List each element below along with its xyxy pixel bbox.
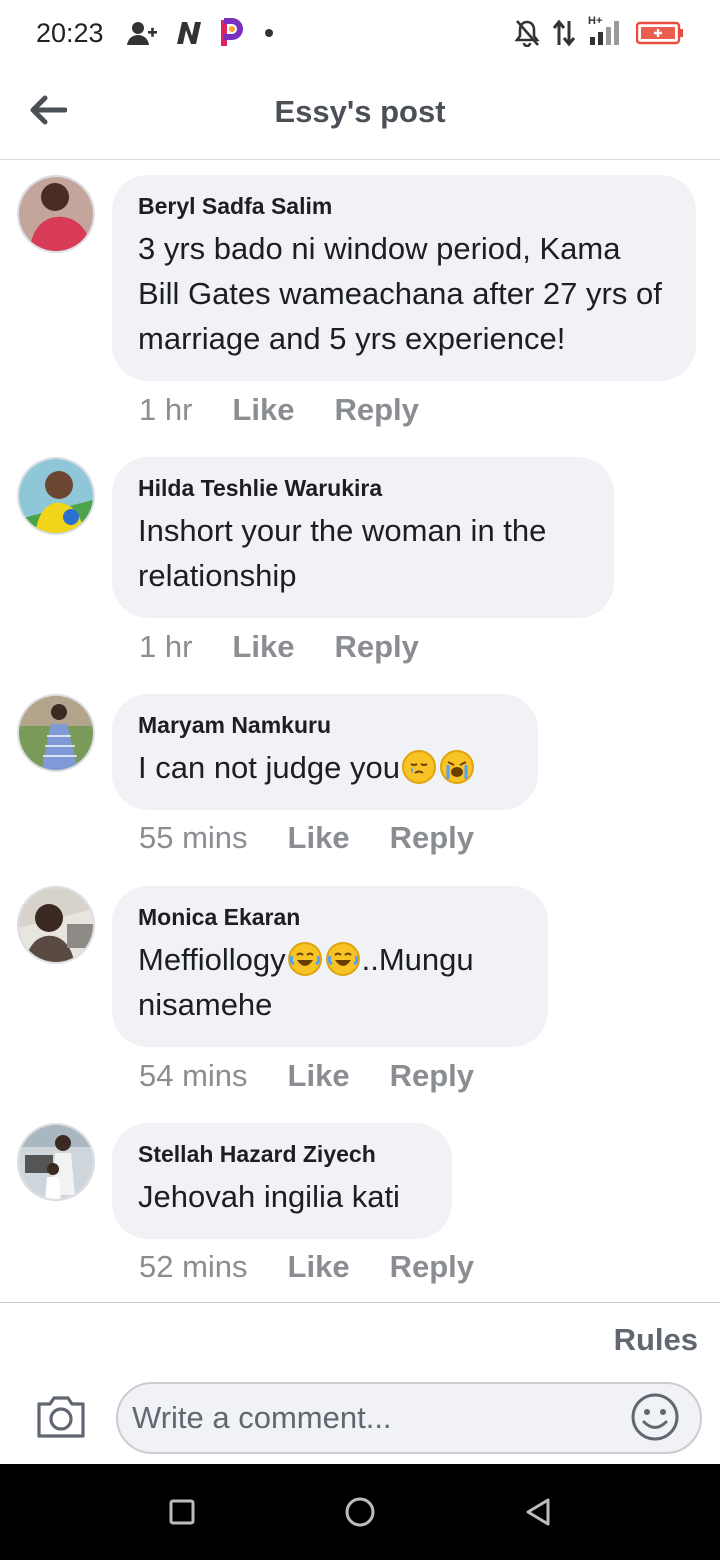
reply-button[interactable]: Reply bbox=[334, 629, 418, 665]
comment-bubble[interactable]: Beryl Sadfa Salim 3 yrs bado ni window p… bbox=[112, 175, 696, 381]
reply-button[interactable]: Reply bbox=[390, 820, 474, 856]
comment-text: Jehovah ingilia kati bbox=[138, 1179, 400, 1214]
comment-time: 1 hr bbox=[139, 629, 193, 664]
comment-bubble[interactable]: Hilda Teshlie Warukira Inshort your the … bbox=[112, 457, 614, 618]
battery-icon bbox=[636, 20, 684, 46]
avatar[interactable] bbox=[17, 1123, 95, 1201]
comment-text-content: I can not judge you bbox=[138, 750, 400, 785]
status-icons-left bbox=[126, 18, 276, 48]
comment-actions: 54 mins Like Reply bbox=[139, 1058, 474, 1094]
comment-bubble[interactable]: Stellah Hazard Ziyech Jehovah ingilia ka… bbox=[112, 1123, 452, 1239]
comment-text: I can not judge you bbox=[138, 745, 510, 790]
comment-author[interactable]: Beryl Sadfa Salim bbox=[138, 193, 668, 220]
comment-author[interactable]: Stellah Hazard Ziyech bbox=[138, 1141, 424, 1168]
p-app-icon bbox=[220, 18, 246, 48]
emoji-picker-button[interactable] bbox=[630, 1392, 680, 1442]
camera-button[interactable] bbox=[35, 1392, 87, 1440]
comment-input[interactable] bbox=[116, 1382, 702, 1454]
loudly-crying-face-emoji bbox=[439, 750, 474, 784]
network-type-label: H+ bbox=[588, 15, 603, 27]
comment-text: Inshort your the woman in the relationsh… bbox=[138, 513, 547, 593]
avatar[interactable] bbox=[17, 175, 95, 253]
comment-author[interactable]: Hilda Teshlie Warukira bbox=[138, 475, 586, 502]
comment-time: 55 mins bbox=[139, 820, 248, 855]
comment-actions: 55 mins Like Reply bbox=[139, 820, 474, 856]
reply-button[interactable]: Reply bbox=[390, 1058, 474, 1094]
tears-of-joy-emoji bbox=[325, 942, 360, 976]
reply-button[interactable]: Reply bbox=[390, 1249, 474, 1285]
avatar[interactable] bbox=[17, 694, 95, 772]
status-icons-right: H+ bbox=[514, 15, 684, 47]
like-button[interactable]: Like bbox=[232, 392, 294, 428]
status-time: 20:23 bbox=[36, 17, 104, 48]
add-contact-icon bbox=[126, 19, 158, 47]
comment-author[interactable]: Maryam Namkuru bbox=[138, 712, 510, 739]
nav-back-button[interactable] bbox=[522, 1496, 554, 1528]
like-button[interactable]: Like bbox=[232, 629, 294, 665]
comment-text-line2: nisamehe bbox=[138, 987, 273, 1022]
comment-text-start: Meffiollogy bbox=[138, 942, 286, 977]
home-button[interactable] bbox=[344, 1496, 376, 1528]
comment-actions: 52 mins Like Reply bbox=[139, 1249, 474, 1285]
dot-icon bbox=[262, 26, 276, 40]
page-title: Essy's post bbox=[274, 94, 446, 129]
like-button[interactable]: Like bbox=[288, 820, 350, 856]
recents-square-icon bbox=[169, 1499, 195, 1525]
signal-icon: H+ bbox=[588, 15, 624, 47]
mute-bell-icon bbox=[514, 19, 540, 47]
status-bar: 20:23 H+ bbox=[0, 0, 720, 66]
n-app-icon bbox=[174, 20, 204, 46]
comment-bubble[interactable]: Monica Ekaran Meffiollogy ..Mungu nisamehe bbox=[112, 886, 548, 1047]
rules-link[interactable]: Rules bbox=[614, 1322, 698, 1358]
post-header: Essy's post bbox=[0, 66, 720, 160]
back-triangle-icon bbox=[526, 1498, 550, 1526]
avatar[interactable] bbox=[17, 457, 95, 535]
system-nav-bar bbox=[0, 1464, 720, 1560]
comment-time: 1 hr bbox=[139, 392, 193, 427]
comment-composer bbox=[0, 1380, 720, 1456]
comment-actions: 1 hr Like Reply bbox=[139, 629, 419, 665]
comment-text: Meffiollogy ..Mungu nisamehe bbox=[138, 937, 520, 1027]
comment-bubble[interactable]: Maryam Namkuru I can not judge you bbox=[112, 694, 538, 810]
recents-button[interactable] bbox=[166, 1496, 198, 1528]
reply-button[interactable]: Reply bbox=[334, 392, 418, 428]
sleepy-face-emoji bbox=[401, 750, 436, 784]
smiley-icon bbox=[631, 1393, 679, 1441]
data-arrows-icon bbox=[552, 19, 576, 47]
comment-author[interactable]: Monica Ekaran bbox=[138, 904, 520, 931]
like-button[interactable]: Like bbox=[288, 1249, 350, 1285]
comment-actions: 1 hr Like Reply bbox=[139, 392, 419, 428]
divider bbox=[0, 1302, 720, 1303]
comment-time: 54 mins bbox=[139, 1058, 248, 1093]
like-button[interactable]: Like bbox=[288, 1058, 350, 1094]
comment-text: 3 yrs bado ni window period, Kama Bill G… bbox=[138, 231, 662, 356]
tears-of-joy-emoji bbox=[287, 942, 322, 976]
camera-icon bbox=[37, 1396, 85, 1438]
comment-time: 52 mins bbox=[139, 1249, 248, 1284]
avatar[interactable] bbox=[17, 886, 95, 964]
home-circle-icon bbox=[345, 1497, 375, 1527]
comment-text-end: ..Mungu bbox=[361, 942, 474, 977]
